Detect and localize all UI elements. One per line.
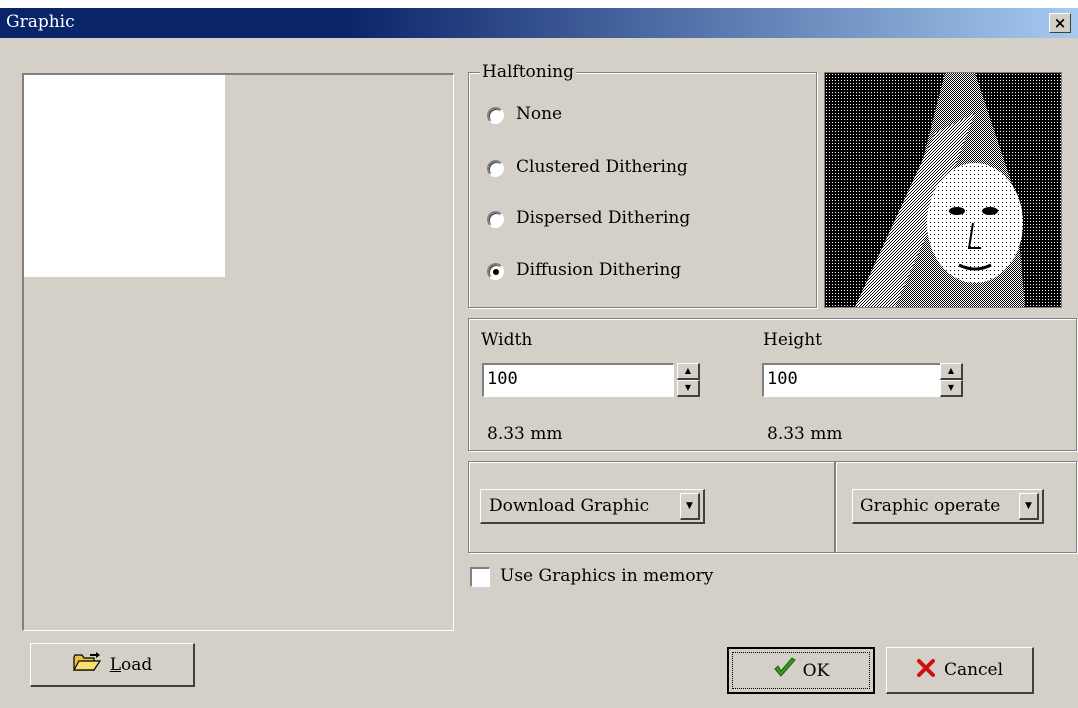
width-spin-up-icon[interactable]: ▲ xyxy=(677,363,700,380)
radio-clustered-dithering[interactable] xyxy=(487,160,504,177)
width-spinner[interactable]: ▲ ▼ xyxy=(677,363,700,397)
radio-selected-dot xyxy=(493,269,499,275)
radio-dispersed-label[interactable]: Dispersed Dithering xyxy=(516,208,690,228)
close-icon: × xyxy=(1053,14,1067,32)
window-title: Graphic xyxy=(6,12,75,32)
graphic-preview-image xyxy=(24,75,225,277)
download-graphic-label: Download Graphic xyxy=(489,496,650,516)
use-memory-checkbox[interactable] xyxy=(470,567,490,587)
width-input[interactable]: 100 xyxy=(482,363,674,397)
load-button[interactable]: Load xyxy=(30,643,195,687)
width-label: Width xyxy=(481,330,533,350)
height-mm-readout: 8.33 mm xyxy=(767,424,843,444)
download-graphic-button[interactable]: Download Graphic ▼ xyxy=(480,489,705,524)
graphic-operate-label: Graphic operate xyxy=(860,496,1001,516)
radio-diffusion-dithering[interactable] xyxy=(487,263,504,280)
halftoning-legend: Halftoning xyxy=(480,62,576,82)
chevron-down-icon[interactable]: ▼ xyxy=(1019,492,1039,520)
cancel-button[interactable]: Cancel xyxy=(886,647,1034,694)
height-spinner[interactable]: ▲ ▼ xyxy=(940,363,963,397)
ok-focus-rect xyxy=(732,652,870,689)
width-mm-readout: 8.33 mm xyxy=(487,424,563,444)
radio-diffusion-label[interactable]: Diffusion Dithering xyxy=(516,260,681,280)
use-memory-label[interactable]: Use Graphics in memory xyxy=(500,566,713,586)
ok-button[interactable]: OK xyxy=(727,647,875,694)
load-label: Load xyxy=(109,654,153,675)
radio-none-label[interactable]: None xyxy=(516,104,562,124)
title-bar xyxy=(0,8,1078,38)
cancel-label: Cancel xyxy=(943,660,1004,680)
radio-dispersed-dithering[interactable] xyxy=(487,211,504,228)
radio-clustered-label[interactable]: Clustered Dithering xyxy=(516,157,688,177)
red-x-icon xyxy=(916,658,936,683)
open-folder-icon xyxy=(72,652,102,677)
radio-none[interactable] xyxy=(487,107,504,124)
halftone-thumbnail xyxy=(824,72,1062,308)
chevron-down-icon[interactable]: ▼ xyxy=(680,492,700,520)
height-label: Height xyxy=(763,330,822,350)
height-spin-down-icon[interactable]: ▼ xyxy=(940,380,963,397)
height-input[interactable]: 100 xyxy=(762,363,954,397)
width-spin-down-icon[interactable]: ▼ xyxy=(677,380,700,397)
close-button[interactable]: × xyxy=(1049,13,1071,33)
dithered-portrait-icon xyxy=(825,73,1061,307)
height-spin-up-icon[interactable]: ▲ xyxy=(940,363,963,380)
graphic-operate-button[interactable]: Graphic operate ▼ xyxy=(852,489,1044,524)
